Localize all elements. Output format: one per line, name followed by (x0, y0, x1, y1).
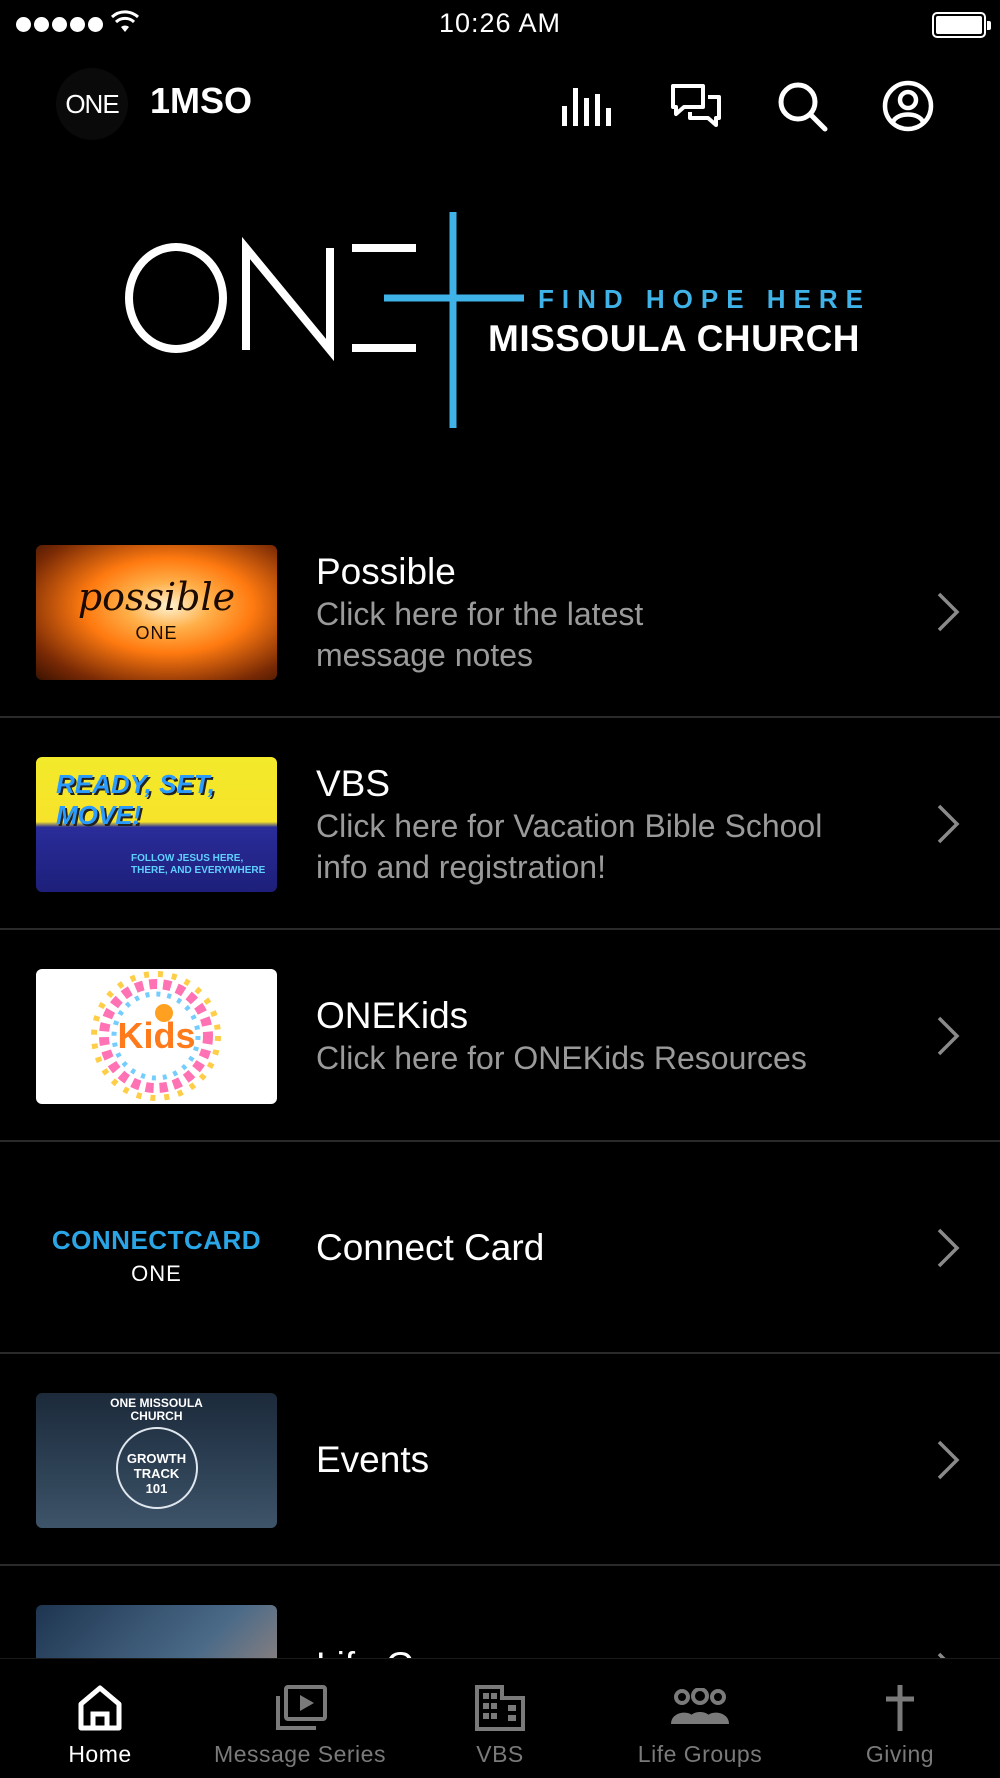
chat-bubbles-icon[interactable] (668, 78, 724, 134)
audio-bars-icon[interactable] (560, 78, 616, 134)
connect-card-thumbnail: CONNECTCARD ONE (36, 1181, 277, 1316)
app-name: 1MSO (150, 80, 253, 121)
group-icon (669, 1681, 731, 1735)
list-item-subtitle-line1: Click here for Vacation Bible School (316, 808, 823, 844)
list-item-title: Life Groups (316, 1644, 896, 1658)
tab-label: Home (68, 1741, 132, 1767)
onekids-thumbnail: Kids (36, 969, 277, 1104)
possible-thumbnail: possible ONE (36, 545, 277, 680)
list-item-text: ONEKids Click here for ONEKids Resources (316, 994, 896, 1079)
list-item-subtitle-line1: Click here for the latest (316, 596, 644, 632)
search-icon[interactable] (774, 78, 830, 134)
building-icon (474, 1681, 526, 1735)
list-item-events[interactable]: ONE MISSOULA CHURCH GROWTH TRACK 101 Eve… (0, 1354, 1000, 1566)
list-item-title: VBS (316, 763, 391, 804)
list-item-text: VBS Click here for Vacation Bible School… (316, 762, 896, 888)
vbs-thumb-title: READY, SET, MOVE! (56, 769, 215, 830)
list-item-text: Possible Click here for the latest messa… (316, 550, 896, 676)
home-icon (77, 1681, 123, 1735)
list-item-text: Connect Card (316, 1226, 896, 1270)
list-item-subtitle-line2: message notes (316, 637, 534, 673)
list-item-title: Events (316, 1439, 430, 1480)
vbs-thumb-subtitle: FOLLOW JESUS HERE, THERE, AND EVERYWHERE (131, 853, 266, 876)
events-thumb-title: ONE MISSOULA CHURCH (110, 1396, 203, 1423)
video-library-icon (272, 1681, 328, 1735)
list-item-life-groups[interactable]: Life Groups (0, 1566, 1000, 1658)
connect-card-thumb-logo: ONE (131, 1261, 182, 1286)
chevron-right-icon (937, 1440, 960, 1480)
chevron-right-icon (937, 1228, 960, 1268)
account-icon[interactable] (880, 78, 936, 134)
tab-vbs[interactable]: VBS (400, 1659, 600, 1778)
status-bar: 10:26 AM (0, 0, 1000, 50)
bottom-tab-bar: Home Message Series VBS Life Groups Givi… (0, 1658, 1000, 1778)
app-logo-avatar[interactable]: ONE (56, 68, 128, 140)
battery-icon (932, 12, 991, 38)
list-item-subtitle-line1: Click here for ONEKids Resources (316, 1040, 807, 1076)
church-logo-banner: FIND HOPE HERE MISSOULA CHURCH (0, 200, 1000, 440)
tab-label: Giving (865, 1741, 935, 1767)
vbs-thumbnail: READY, SET, MOVE! FOLLOW JESUS HERE, THE… (36, 757, 277, 892)
list-item-title: ONEKids (316, 995, 469, 1036)
tab-message-series[interactable]: Message Series (200, 1659, 400, 1778)
content-list[interactable]: possible ONE Possible Click here for the… (0, 506, 1000, 1658)
events-thumbnail: ONE MISSOULA CHURCH GROWTH TRACK 101 (36, 1393, 277, 1528)
tab-giving[interactable]: Giving (800, 1659, 1000, 1778)
onekids-thumb-title: Kids (117, 1015, 196, 1056)
cross-icon (882, 1681, 918, 1735)
chevron-right-icon (937, 1652, 946, 1658)
tab-label: VBS (476, 1741, 524, 1767)
list-item-vbs[interactable]: READY, SET, MOVE! FOLLOW JESUS HERE, THE… (0, 718, 1000, 930)
list-item-possible[interactable]: possible ONE Possible Click here for the… (0, 506, 1000, 718)
list-item-onekids[interactable]: Kids ONEKids Click here for ONEKids Reso… (0, 930, 1000, 1142)
list-item-title: Connect Card (316, 1227, 545, 1268)
status-time: 10:26 AM (438, 8, 562, 38)
tagline: FIND HOPE HERE (538, 284, 872, 314)
list-item-subtitle-line2: info and registration! (316, 849, 606, 885)
chevron-right-icon (937, 804, 960, 844)
list-item-text: Events (316, 1438, 896, 1482)
tab-home[interactable]: Home (0, 1659, 200, 1778)
app-header: ONE 1MSO (0, 58, 1000, 148)
possible-thumb-title: possible (77, 575, 236, 619)
list-item-connect-card[interactable]: CONNECTCARD ONE Connect Card (0, 1142, 1000, 1354)
list-item-text: Life Groups (316, 1644, 896, 1658)
tab-label: Life Groups (637, 1741, 763, 1767)
list-item-title: Possible (316, 551, 456, 592)
tab-label: Message Series (214, 1741, 386, 1767)
tab-life-groups[interactable]: Life Groups (600, 1659, 800, 1778)
life-groups-thumbnail (36, 1605, 277, 1658)
possible-thumb-logo: ONE (135, 623, 178, 643)
chevron-right-icon (937, 1016, 960, 1056)
connect-card-thumb-title: CONNECTCARD (51, 1225, 262, 1255)
events-thumb-subtitle: GROWTH TRACK 101 (126, 1451, 187, 1496)
church-name: MISSOULA CHURCH (488, 318, 861, 359)
chevron-right-icon (937, 592, 960, 632)
